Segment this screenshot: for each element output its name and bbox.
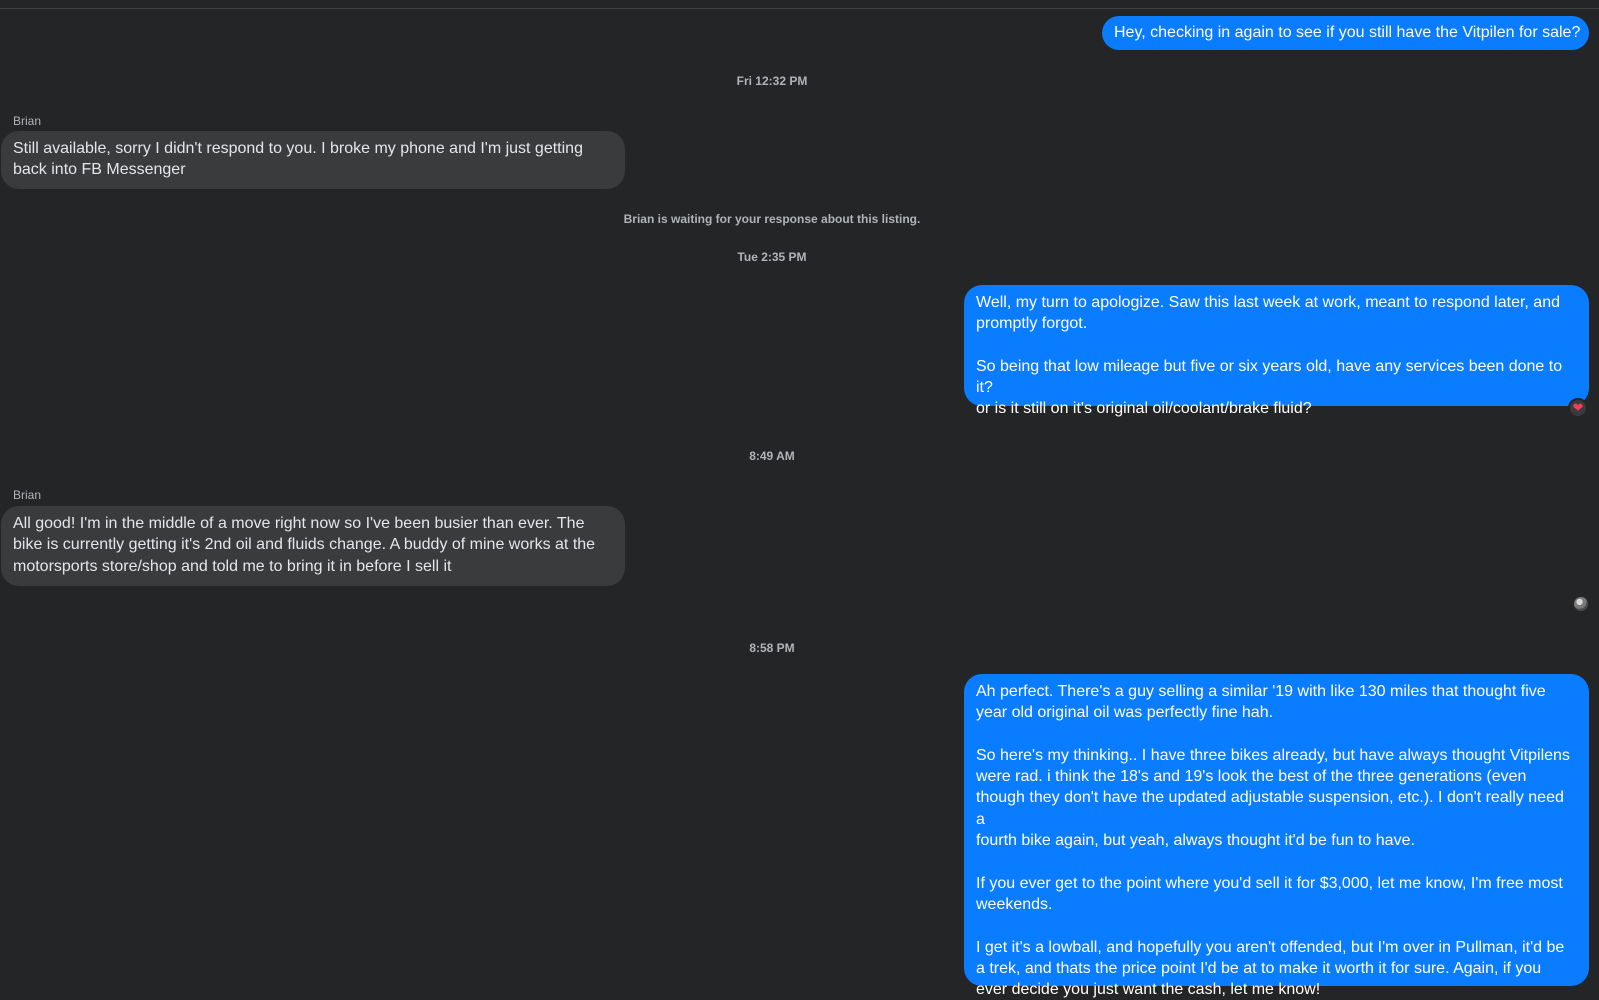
message-bubble-incoming[interactable]: All good! I'm in the middle of a move ri… <box>1 506 625 586</box>
message-bubble-outgoing[interactable]: Ah perfect. There's a guy selling a simi… <box>964 674 1589 998</box>
message-bubble-outgoing[interactable]: Well, my turn to apologize. Saw this las… <box>964 285 1589 417</box>
sender-name: Brian <box>13 488 42 502</box>
message-bubble-outgoing[interactable]: Hey, checking in again to see if you sti… <box>1102 16 1589 50</box>
heart-reaction-icon[interactable]: ❤ <box>1568 398 1588 418</box>
timestamp: 8:49 AM <box>749 449 795 463</box>
message-thread: Hey, checking in again to see if you sti… <box>0 0 1599 998</box>
message-bubble-incoming[interactable]: Still available, sorry I didn't respond … <box>1 131 625 189</box>
listing-waiting-notice: Brian is waiting for your response about… <box>623 212 921 226</box>
timestamp: 8:58 PM <box>749 641 795 655</box>
sender-name: Brian <box>13 114 42 128</box>
seen-avatar-icon <box>1574 597 1588 611</box>
timestamp: Tue 2:35 PM <box>737 250 807 264</box>
timestamp: Fri 12:32 PM <box>736 74 808 88</box>
